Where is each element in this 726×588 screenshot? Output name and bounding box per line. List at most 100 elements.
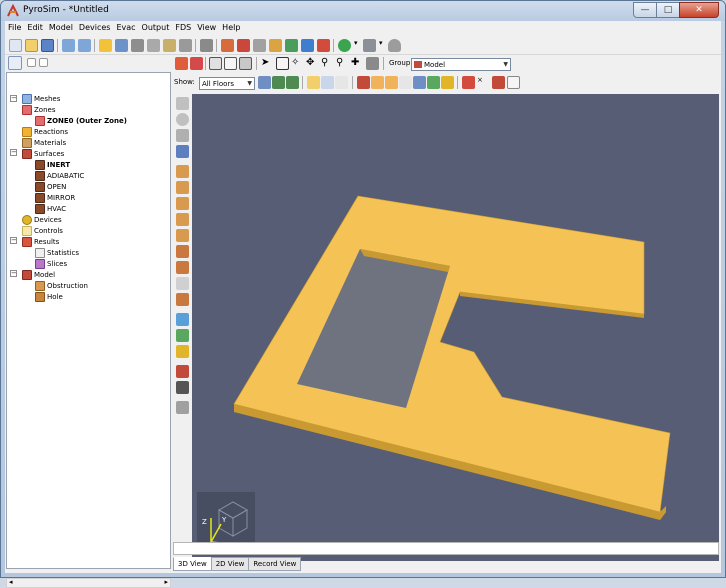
import-icon[interactable]: [62, 39, 75, 52]
menu-model[interactable]: Model: [46, 21, 76, 36]
redo-icon[interactable]: [115, 39, 128, 52]
menu-evac[interactable]: Evac: [113, 21, 138, 36]
tree-item-zones[interactable]: Zones: [22, 104, 55, 115]
cut-icon[interactable]: [131, 39, 144, 52]
tab-2d-view[interactable]: 2D View: [210, 557, 250, 571]
slab-region-tool-icon[interactable]: [176, 293, 189, 306]
show-obstructions-icon[interactable]: [371, 76, 384, 89]
new-file-icon[interactable]: [9, 39, 22, 52]
move-tool-icon[interactable]: [176, 97, 189, 110]
menu-output[interactable]: Output: [139, 21, 173, 36]
new-obstruction-icon[interactable]: [269, 39, 282, 52]
device-tool-icon[interactable]: [176, 345, 189, 358]
new-zone-icon[interactable]: [237, 39, 250, 52]
tree-item-devices[interactable]: Devices: [22, 214, 62, 225]
background-image-icon[interactable]: [272, 76, 285, 89]
floor-settings-icon[interactable]: [258, 76, 271, 89]
new-hole-icon[interactable]: [301, 39, 314, 52]
model-expander[interactable]: −: [10, 270, 17, 277]
maximize-button[interactable]: □: [656, 2, 680, 18]
align-tool-icon[interactable]: [176, 401, 189, 414]
particle-tool-icon[interactable]: [176, 329, 189, 342]
run-dropdown-icon[interactable]: ▾: [354, 39, 360, 52]
tree-horizontal-scrollbar[interactable]: ◂ ▸: [6, 578, 171, 588]
tree-item-surface-inert[interactable]: INERT: [35, 159, 70, 170]
close-button[interactable]: ✕: [679, 2, 719, 18]
new-device-icon[interactable]: [317, 39, 330, 52]
tree-item-surfaces[interactable]: Surfaces: [22, 148, 64, 159]
select-arrow-icon[interactable]: ➤: [261, 57, 274, 70]
scroll-right-icon[interactable]: ▸: [164, 578, 168, 586]
tree-item-zone0[interactable]: ZONE0 (Outer Zone): [35, 115, 127, 126]
tree-item-surface-hvac[interactable]: HVAC: [35, 203, 66, 214]
tree-item-statistics[interactable]: Statistics: [35, 247, 79, 258]
block-tool-icon[interactable]: [176, 197, 189, 210]
tree-item-hole[interactable]: Hole: [35, 291, 63, 302]
open-folder-icon[interactable]: [25, 39, 38, 52]
results-icon[interactable]: [363, 39, 376, 52]
expand-all-icon[interactable]: [27, 58, 36, 67]
results-expander[interactable]: −: [10, 237, 17, 244]
tree-item-materials[interactable]: Materials: [22, 137, 66, 148]
scroll-left-icon[interactable]: ◂: [9, 578, 13, 586]
fire-icon[interactable]: [388, 39, 401, 52]
hide-selected-icon[interactable]: [335, 76, 348, 89]
show-annotations-icon[interactable]: [507, 76, 520, 89]
minimize-button[interactable]: —: [633, 2, 657, 18]
paint-tool-icon[interactable]: [176, 365, 189, 378]
new-mesh-icon[interactable]: [221, 39, 234, 52]
outline-icon[interactable]: [239, 57, 252, 70]
menu-fds[interactable]: FDS: [172, 21, 194, 36]
copy-icon[interactable]: [147, 39, 160, 52]
rotate-tool-icon[interactable]: [176, 113, 189, 126]
tree-item-surface-open[interactable]: OPEN: [35, 181, 66, 192]
show-holes-icon[interactable]: [385, 76, 398, 89]
group-select[interactable]: Model ▼: [411, 58, 511, 71]
slab-tool-icon[interactable]: [176, 165, 189, 178]
tree-item-model[interactable]: Model: [22, 269, 55, 280]
show-selected-icon[interactable]: [321, 76, 334, 89]
mirror-tool-icon[interactable]: [176, 129, 189, 142]
zoom-icon[interactable]: ⚲: [321, 57, 334, 70]
menu-edit[interactable]: Edit: [24, 21, 46, 36]
show-devices-icon[interactable]: [441, 76, 454, 89]
door-tool-icon[interactable]: [176, 245, 189, 258]
stop-icon[interactable]: [366, 57, 379, 70]
show-text-icon[interactable]: [413, 76, 426, 89]
tree-item-surface-adiabatic[interactable]: ADIABATIC: [35, 170, 84, 181]
floor-image-icon[interactable]: [286, 76, 299, 89]
pan-icon[interactable]: ✥: [306, 57, 319, 70]
show-particles-icon[interactable]: [427, 76, 440, 89]
export-icon[interactable]: [78, 39, 91, 52]
3d-viewport[interactable]: Z Y X: [192, 94, 719, 561]
undo-icon[interactable]: [99, 39, 112, 52]
tree-settings-icon[interactable]: [8, 56, 22, 70]
orbit-icon[interactable]: [276, 57, 289, 70]
new-vent-icon[interactable]: [285, 39, 298, 52]
tree-item-controls[interactable]: Controls: [22, 225, 63, 236]
roam-icon[interactable]: ✧: [291, 57, 304, 70]
crosshair-icon[interactable]: ✚: [351, 57, 364, 70]
show-vents-icon[interactable]: [399, 76, 412, 89]
delete-icon[interactable]: [179, 39, 192, 52]
show-all-icon[interactable]: [307, 76, 320, 89]
room-tool-icon[interactable]: [176, 213, 189, 226]
menu-help[interactable]: Help: [219, 21, 243, 36]
tree-item-slices[interactable]: Slices: [35, 258, 67, 269]
eyedropper-tool-icon[interactable]: [176, 381, 189, 394]
show-meshes-icon[interactable]: [357, 76, 370, 89]
wall-tool-icon[interactable]: [176, 181, 189, 194]
save-icon[interactable]: [41, 39, 54, 52]
run-simulation-icon[interactable]: [338, 39, 351, 52]
tree-item-obstruction[interactable]: Obstruction: [35, 280, 88, 291]
mesh-tool-icon[interactable]: [176, 145, 189, 158]
show-grid-icon[interactable]: [462, 76, 475, 89]
tab-record-view[interactable]: Record View: [248, 557, 302, 571]
view-reset-icon[interactable]: [175, 57, 188, 70]
tab-3d-view[interactable]: 3D View: [173, 557, 212, 571]
text-tool-icon[interactable]: [176, 313, 189, 326]
solid-icon[interactable]: [224, 57, 237, 70]
menu-devices[interactable]: Devices: [76, 21, 114, 36]
view-fit-icon[interactable]: [190, 57, 203, 70]
zones-expander[interactable]: −: [10, 95, 17, 102]
